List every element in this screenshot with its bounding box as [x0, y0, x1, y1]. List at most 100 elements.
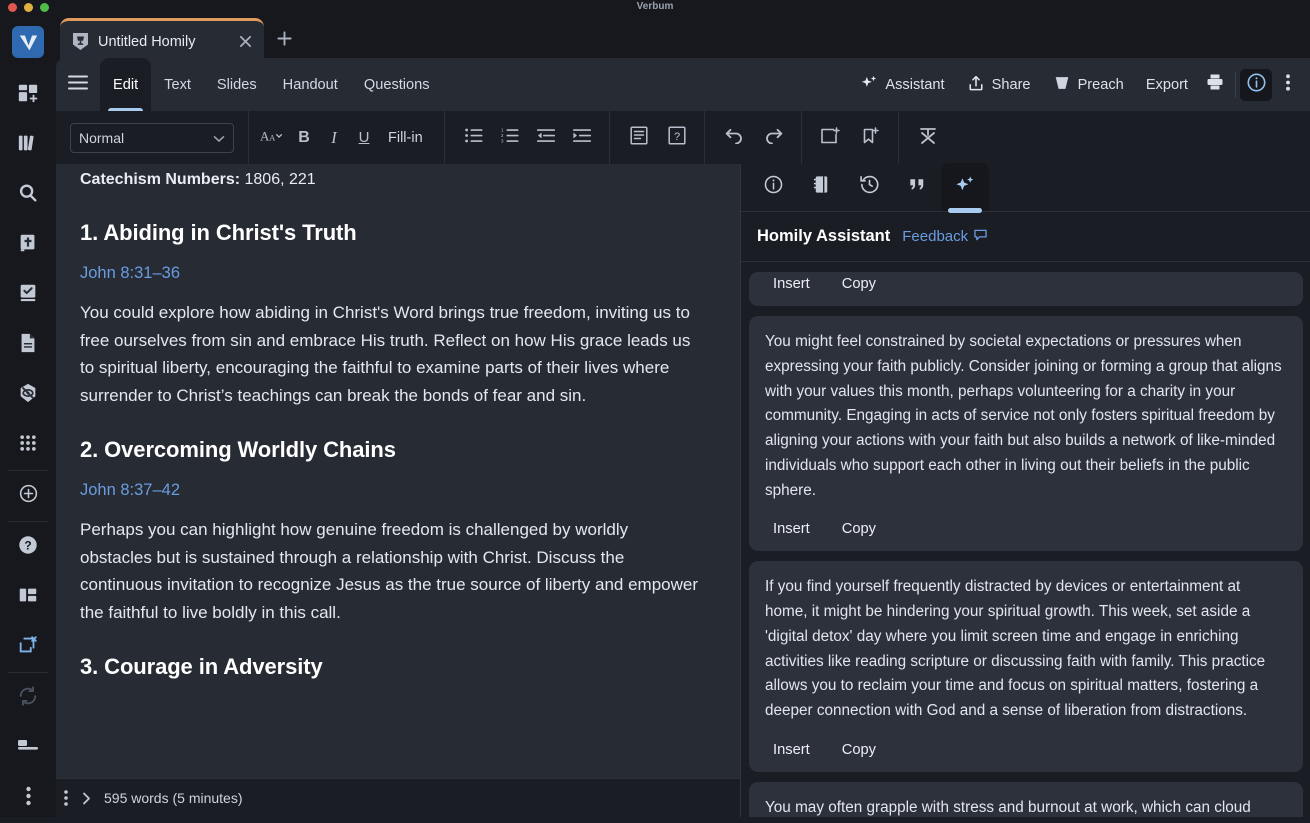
sidebar-item-search[interactable]: [0, 170, 56, 220]
toolbar-divider: [800, 111, 802, 164]
sidebar-item-guides[interactable]: [0, 370, 56, 420]
tab-questions[interactable]: Questions: [351, 58, 443, 111]
note-button[interactable]: [624, 123, 654, 153]
sidebar-item-tools[interactable]: [0, 420, 56, 470]
indent-icon: [572, 128, 591, 147]
export-button[interactable]: Export: [1135, 58, 1199, 111]
document-editor[interactable]: Catechism Numbers: 1806, 221 1. Abiding …: [56, 164, 740, 817]
info-circle-icon: [763, 174, 784, 200]
tab-edit[interactable]: Edit: [100, 58, 152, 114]
catechism-line: Catechism Numbers: 1806, 221: [80, 164, 698, 192]
panel-tab-quotes[interactable]: [893, 163, 941, 211]
add-bookmark-button[interactable]: [856, 123, 886, 153]
toolbar-divider: [443, 111, 445, 164]
print-button[interactable]: [1199, 69, 1231, 101]
underline-button[interactable]: U: [349, 123, 379, 153]
question-box-button[interactable]: ?: [662, 123, 692, 153]
copy-button[interactable]: Copy: [834, 272, 884, 296]
scripture-reference-link[interactable]: John 8:31–36: [80, 264, 698, 283]
tab-text-label: Text: [164, 76, 191, 93]
insert-button[interactable]: Insert: [765, 272, 818, 296]
sidebar-item-reading-plans[interactable]: [0, 270, 56, 320]
menu-button[interactable]: [56, 58, 100, 111]
sidebar-item-help[interactable]: ?: [0, 522, 56, 572]
insert-button[interactable]: Insert: [765, 517, 818, 541]
copy-button[interactable]: Copy: [834, 517, 884, 541]
panel-tab-assistant[interactable]: [941, 163, 989, 213]
redo-button[interactable]: [759, 123, 789, 153]
italic-button[interactable]: I: [319, 123, 349, 153]
toolbar-divider: [703, 111, 705, 164]
fill-in-button[interactable]: Fill-in: [379, 123, 432, 153]
tab-untitled-homily[interactable]: Untitled Homily: [60, 18, 264, 62]
document-section: 3. Courage in Adversity: [80, 654, 698, 680]
panel-title: Homily Assistant: [757, 227, 891, 245]
tab-handout[interactable]: Handout: [270, 58, 351, 111]
list-group: 1 2 3: [451, 111, 597, 164]
text-format-group: A A B I U Fill-in: [255, 111, 432, 164]
share-upload-icon: [967, 74, 985, 96]
menubar-actions: Assistant Share Preach Export: [849, 58, 1310, 111]
copy-button[interactable]: Copy: [834, 738, 884, 762]
tab-text[interactable]: Text: [151, 58, 204, 111]
window-titlebar: Verbum: [0, 0, 1310, 14]
chalice-icon: [72, 32, 89, 51]
scripture-reference-link[interactable]: John 8:37–42: [80, 481, 698, 500]
formatting-toolbar: Normal A A B I U Fill-in 1 2 3 ?: [56, 111, 1310, 164]
sidebar-item-more[interactable]: [0, 773, 56, 823]
font-size-button[interactable]: A A: [255, 123, 289, 153]
sidebar-item-bible[interactable]: [0, 220, 56, 270]
close-icon[interactable]: [236, 33, 254, 51]
statusbar-more-icon[interactable]: [64, 790, 68, 806]
indent-button[interactable]: [567, 123, 597, 153]
feedback-label: Feedback: [902, 228, 969, 245]
sidebar-item-add[interactable]: [0, 471, 56, 521]
document-body[interactable]: Catechism Numbers: 1806, 221 1. Abiding …: [56, 164, 740, 680]
paragraph-style-select[interactable]: Normal: [70, 122, 234, 153]
sidebar-item-verbum-logo[interactable]: [0, 14, 56, 70]
sidebar-item-sync[interactable]: [0, 673, 56, 723]
suggestion-list[interactable]: Insert Copy You might feel constrained b…: [741, 262, 1310, 817]
bulleted-list-button[interactable]: [459, 123, 489, 153]
tab-edit-label: Edit: [113, 76, 139, 93]
tab-slides[interactable]: Slides: [204, 58, 270, 111]
card-actions: Insert Copy: [765, 738, 1287, 762]
notebook-icon: [811, 174, 832, 200]
sidebar-item-library[interactable]: [0, 120, 56, 170]
underline-label: U: [358, 129, 370, 146]
feedback-link[interactable]: Feedback: [902, 228, 987, 245]
add-slide-button[interactable]: [816, 123, 846, 153]
undo-button[interactable]: [719, 123, 749, 153]
insert-button[interactable]: Insert: [765, 738, 818, 762]
sidebar-item-layouts[interactable]: [0, 572, 56, 622]
assistant-button[interactable]: Assistant: [849, 58, 955, 111]
svg-text:?: ?: [24, 538, 31, 552]
panel-tab-notebook[interactable]: [797, 163, 845, 211]
plus-circle-icon: [18, 483, 39, 509]
numbered-list-button[interactable]: 1 2 3: [495, 123, 525, 153]
info-button[interactable]: [1240, 68, 1272, 101]
overflow-menu-button[interactable]: [1272, 69, 1304, 101]
share-label: Share: [991, 76, 1031, 93]
sidebar-item-footnote[interactable]: [0, 723, 56, 773]
panel-tab-history[interactable]: [845, 163, 893, 211]
editor-statusbar: 595 words (5 minutes): [56, 778, 740, 817]
bold-button[interactable]: B: [289, 123, 319, 153]
layout-panels-icon: [17, 584, 39, 611]
suggestion-card: You might feel constrained by societal e…: [749, 316, 1303, 552]
question-circle-icon: ?: [17, 534, 39, 561]
panel-tabs: [741, 163, 1310, 213]
section-body: You could explore how abiding in Christ'…: [80, 303, 691, 405]
new-tab-button[interactable]: [271, 28, 297, 54]
clear-formatting-button[interactable]: [913, 123, 943, 153]
sidebar-item-new-layout[interactable]: [0, 70, 56, 120]
sidebar-item-close-layout[interactable]: [0, 622, 56, 672]
expand-statusbar-button[interactable]: [76, 788, 96, 808]
clear-group: [905, 111, 943, 164]
section-heading: 3. Courage in Adversity: [80, 654, 323, 680]
sidebar-item-documents[interactable]: [0, 320, 56, 370]
outdent-button[interactable]: [531, 123, 561, 153]
share-button[interactable]: Share: [956, 58, 1042, 111]
panel-tab-info[interactable]: [749, 163, 797, 211]
preach-button[interactable]: Preach: [1042, 58, 1135, 111]
